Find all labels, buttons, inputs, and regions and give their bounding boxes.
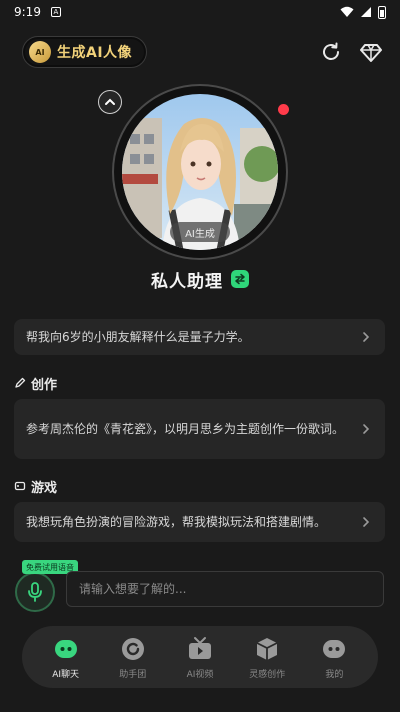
signal-icon — [361, 7, 371, 17]
microphone-icon — [28, 582, 42, 602]
online-indicator — [278, 104, 289, 115]
chat-input[interactable] — [66, 571, 384, 607]
suggestion-text: 帮我向6岁的小朋友解释什么是量子力学。 — [26, 330, 250, 344]
game-icon — [14, 481, 26, 491]
status-time: 9:19 — [14, 5, 41, 19]
ai-generated-tag: AI生成 — [170, 222, 230, 242]
chevron-right-icon — [363, 517, 370, 527]
game-prompt-text: 我想玩角色扮演的冒险游戏，帮我模拟玩法和搭建剧情。 — [26, 515, 327, 529]
wifi-icon — [340, 6, 354, 17]
tab-ai-video[interactable]: AI视频 — [170, 635, 230, 680]
creation-prompt-text: 参考周杰伦的《青花瓷》，以明月思乡为主题创作一份歌词。 — [26, 422, 345, 436]
generate-ai-portrait-button[interactable]: AI 生成AI人像 — [22, 36, 148, 68]
tab-label: AI聊天 — [52, 669, 79, 680]
chevron-up-icon — [105, 98, 115, 105]
tab-label: 我的 — [325, 669, 344, 680]
switch-assistant-icon[interactable] — [231, 270, 249, 288]
section-creation-title: 创作 — [31, 377, 58, 393]
tab-inspiration[interactable]: 灵感创作 — [237, 635, 297, 680]
tab-label: 灵感创作 — [249, 669, 286, 680]
creation-prompt-card[interactable]: 参考周杰伦的《青花瓷》，以明月思乡为主题创作一份歌词。 — [14, 399, 385, 459]
tab-mine[interactable]: 我的 — [304, 635, 364, 680]
cube-icon — [253, 635, 281, 663]
robot-icon — [320, 635, 348, 663]
chevron-right-icon — [363, 332, 370, 342]
refresh-circle-icon — [119, 635, 147, 663]
collapse-button[interactable] — [98, 90, 122, 114]
generate-ai-portrait-label: 生成AI人像 — [57, 45, 133, 61]
game-prompt-card[interactable]: 我想玩角色扮演的冒险游戏，帮我模拟玩法和搭建剧情。 — [14, 502, 385, 542]
tv-icon — [186, 635, 214, 663]
tab-label: 助手团 — [119, 669, 147, 680]
voice-input-button[interactable] — [15, 572, 55, 612]
section-creation: 创作 — [14, 373, 57, 393]
tab-label: AI视频 — [186, 669, 214, 680]
ai-badge-icon: AI — [29, 41, 51, 63]
notification-icon: A — [50, 7, 61, 17]
diamond-icon[interactable] — [359, 40, 383, 64]
battery-icon — [378, 5, 386, 19]
assistant-name-row: 私人助理 — [0, 266, 400, 292]
assistant-name: 私人助理 — [151, 271, 223, 292]
chevron-right-icon — [363, 424, 370, 434]
suggestion-card[interactable]: 帮我向6岁的小朋友解释什么是量子力学。 — [14, 319, 385, 355]
section-game-title: 游戏 — [31, 480, 58, 496]
tab-ai-chat[interactable]: AI聊天 — [36, 635, 96, 680]
chat-bot-icon — [52, 635, 80, 663]
pen-icon — [15, 377, 26, 388]
bottom-tab-bar: AI聊天 助手团 AI视频 灵感创作 我的 — [22, 626, 378, 688]
refresh-icon[interactable] — [319, 40, 343, 64]
status-bar: 9:19 A — [0, 0, 400, 24]
section-game: 游戏 — [14, 476, 57, 496]
tab-assistant-team[interactable]: 助手团 — [103, 635, 163, 680]
top-bar: AI 生成AI人像 — [0, 32, 400, 72]
